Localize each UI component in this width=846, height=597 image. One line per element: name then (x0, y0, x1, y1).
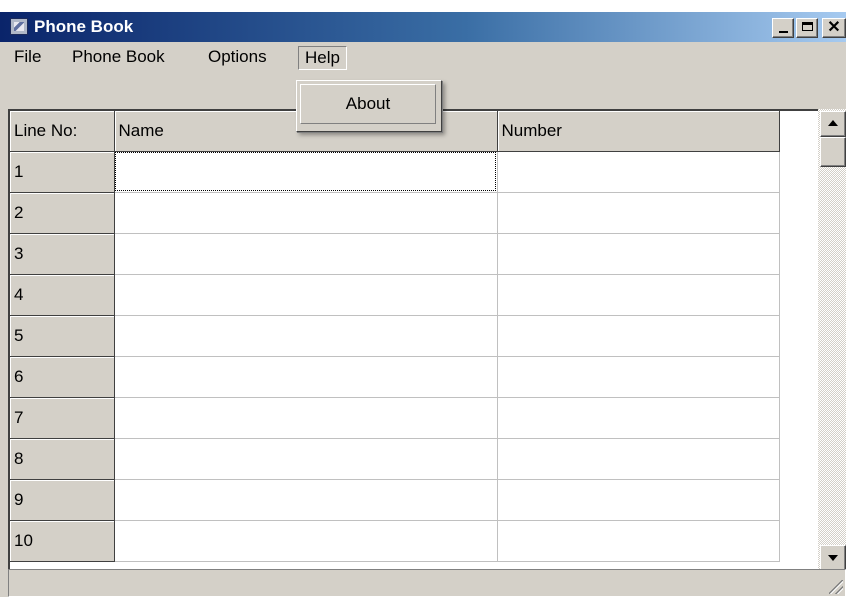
menu-help[interactable]: Help (298, 46, 347, 70)
name-cell[interactable] (114, 397, 498, 439)
row-header-line-no[interactable]: 7 (10, 397, 115, 439)
table-row: 4 (10, 274, 780, 316)
number-cell[interactable] (497, 520, 780, 562)
table-row: 2 (10, 192, 780, 234)
name-cell[interactable] (114, 438, 498, 480)
table-row: 1 (10, 151, 780, 193)
number-cell[interactable] (497, 315, 780, 357)
app-icon[interactable] (10, 18, 28, 35)
row-header-line-no[interactable]: 4 (10, 274, 115, 316)
row-header-line-no[interactable]: 10 (10, 520, 115, 562)
number-cell[interactable] (497, 151, 780, 193)
close-button[interactable]: ✕ (822, 18, 846, 38)
window-title: Phone Book (34, 17, 134, 36)
grid-table: Line No: Name Number 1 2 3 4 5 6 7 8 9 10 (10, 111, 780, 562)
menu-options[interactable]: Options (202, 46, 273, 70)
name-cell[interactable] (114, 233, 498, 275)
name-cell[interactable] (114, 479, 498, 521)
name-cell[interactable] (114, 151, 498, 193)
row-header-line-no[interactable]: 1 (10, 151, 115, 193)
number-cell[interactable] (497, 274, 780, 316)
number-cell[interactable] (497, 438, 780, 480)
number-cell[interactable] (497, 397, 780, 439)
maximize-button[interactable] (796, 18, 818, 38)
table-row: 8 (10, 438, 780, 480)
menu-item-about[interactable]: About (300, 84, 436, 124)
number-cell[interactable] (497, 192, 780, 234)
scroll-up-button[interactable] (820, 111, 846, 137)
scroll-down-button[interactable] (820, 545, 846, 571)
name-cell[interactable] (114, 274, 498, 316)
column-header-line-no[interactable]: Line No: (10, 111, 115, 152)
title-bar[interactable]: Phone Book ✕ (0, 12, 846, 42)
number-cell[interactable] (497, 356, 780, 398)
row-header-line-no[interactable]: 8 (10, 438, 115, 480)
name-cell[interactable] (114, 315, 498, 357)
row-header-line-no[interactable]: 6 (10, 356, 115, 398)
size-grip-icon[interactable] (829, 580, 843, 594)
scroll-thumb[interactable] (820, 137, 846, 167)
table-row: 9 (10, 479, 780, 521)
table-row: 6 (10, 356, 780, 398)
number-cell[interactable] (497, 233, 780, 275)
table-row: 10 (10, 520, 780, 562)
table-row: 5 (10, 315, 780, 357)
row-header-line-no[interactable]: 9 (10, 479, 115, 521)
phone-book-grid[interactable]: Line No: Name Number 1 2 3 4 5 6 7 8 9 10 (8, 109, 846, 573)
table-row: 3 (10, 233, 780, 275)
name-cell[interactable] (114, 192, 498, 234)
column-header-number[interactable]: Number (497, 111, 780, 152)
row-header-line-no[interactable]: 2 (10, 192, 115, 234)
menu-bar: File Phone Book Options Help (0, 42, 846, 72)
vertical-scrollbar[interactable] (818, 109, 846, 573)
name-cell[interactable] (114, 356, 498, 398)
status-bar (8, 569, 846, 597)
name-cell[interactable] (114, 520, 498, 562)
minimize-icon (778, 31, 788, 33)
row-header-line-no[interactable]: 3 (10, 233, 115, 275)
menu-file[interactable]: File (8, 46, 47, 70)
maximize-icon (801, 22, 813, 31)
menu-phone-book[interactable]: Phone Book (66, 46, 171, 70)
row-header-line-no[interactable]: 5 (10, 315, 115, 357)
help-dropdown-menu: About (296, 80, 442, 132)
table-row: 7 (10, 397, 780, 439)
minimize-button[interactable] (772, 18, 794, 38)
close-icon: ✕ (827, 19, 841, 36)
number-cell[interactable] (497, 479, 780, 521)
